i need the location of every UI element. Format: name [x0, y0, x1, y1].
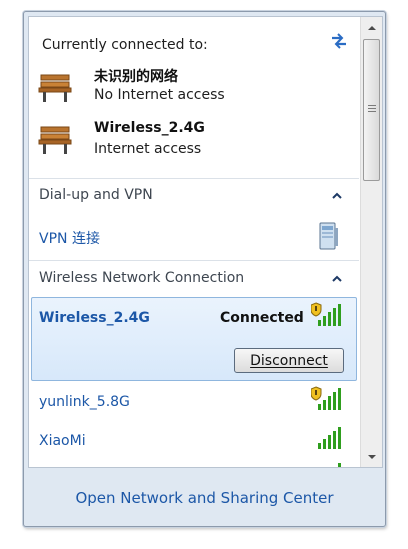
connected-header: Currently connected to: [42, 37, 208, 53]
connected-network-name: Wireless_2.4G [94, 120, 205, 136]
connected-network-status: No Internet access [94, 87, 225, 103]
signal-strength-icon [318, 427, 341, 449]
selected-network-name: Wireless_2.4G [39, 310, 150, 326]
network-list-panel: Currently connected to: 未识别的网络 No Intern… [28, 16, 383, 468]
separator [29, 260, 359, 261]
chevron-up-icon[interactable] [331, 274, 343, 284]
scrollbar-thumb[interactable] [363, 39, 380, 181]
scroll-down-arrow-icon[interactable] [367, 453, 377, 461]
vertical-scrollbar[interactable] [360, 17, 382, 467]
network-flyout: Currently connected to: 未识别的网络 No Intern… [23, 11, 386, 527]
secured-signal-icon [311, 386, 341, 410]
open-network-center-link[interactable]: Open Network and Sharing Center [24, 489, 385, 507]
dialup-section-header[interactable]: Dial-up and VPN [39, 187, 153, 203]
wireless-network-item[interactable]: yunlink_5.8G [39, 394, 130, 410]
disconnect-button-label: Disconnect [250, 352, 328, 369]
scroll-up-arrow-icon[interactable] [367, 24, 377, 32]
connection-status: Connected [220, 310, 304, 326]
separator [29, 178, 359, 179]
connected-network-name: 未识别的网络 [94, 69, 178, 85]
signal-strength-icon [338, 463, 341, 467]
wireless-section-header[interactable]: Wireless Network Connection [39, 270, 244, 286]
grip-icon [368, 105, 376, 112]
vpn-device-icon [319, 222, 338, 250]
connected-network-status: Internet access [94, 141, 202, 157]
secured-signal-icon [311, 302, 341, 326]
refresh-arrows-icon[interactable] [329, 32, 349, 50]
network-bench-icon [38, 126, 72, 154]
chevron-up-icon[interactable] [331, 191, 343, 201]
vpn-item[interactable]: VPN 连接 [39, 228, 100, 248]
network-bench-icon [38, 74, 72, 102]
wireless-network-item[interactable]: XiaoMi [39, 433, 86, 449]
disconnect-button[interactable]: Disconnect [234, 348, 344, 373]
